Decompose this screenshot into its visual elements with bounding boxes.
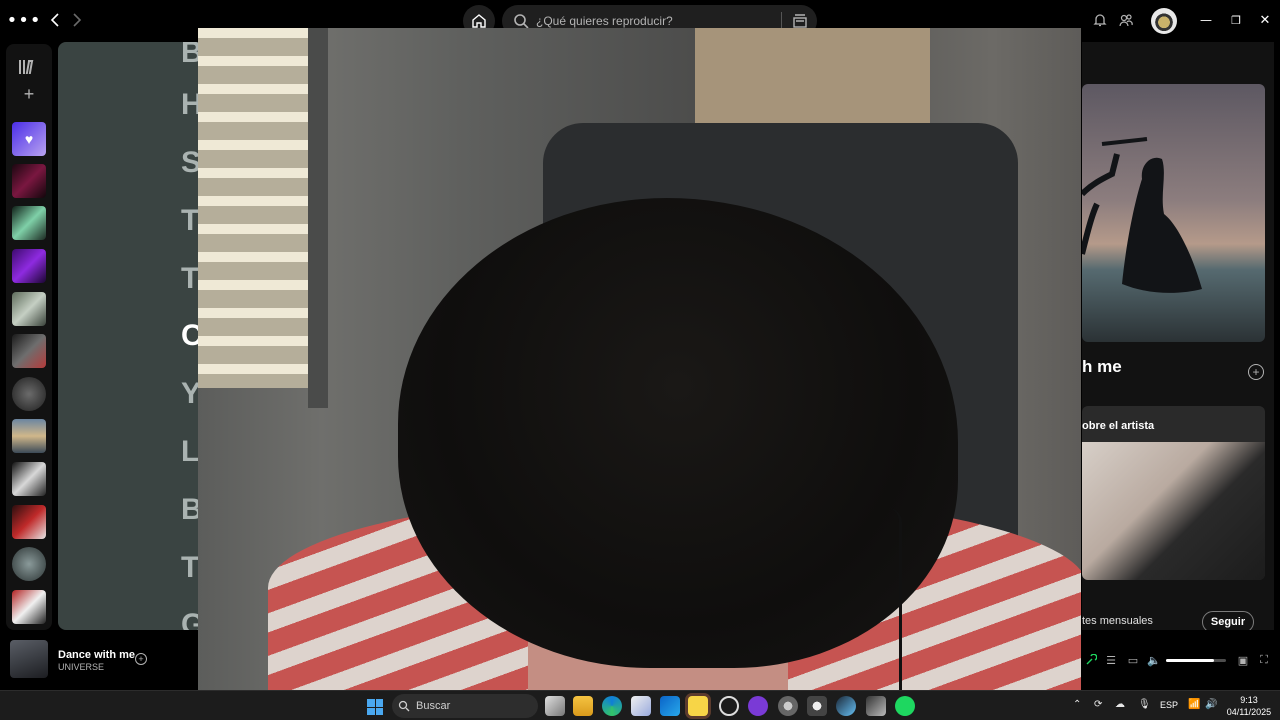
tray-chevron-icon[interactable]: ⌃ xyxy=(1073,699,1081,710)
follow-button[interactable]: Seguir xyxy=(1202,611,1254,630)
library-item-cover[interactable] xyxy=(12,377,46,411)
speaker-icon[interactable]: 🔊 xyxy=(1205,699,1217,710)
about-artist-card[interactable]: obre el artista xyxy=(1082,406,1265,580)
webcam-headphone-cable xyxy=(888,508,902,691)
lyric-line[interactable]: T xyxy=(181,262,199,296)
add-to-library-icon[interactable]: + xyxy=(1248,364,1264,380)
user-avatar[interactable] xyxy=(1151,8,1177,34)
connect-device-icon[interactable]: ▭ xyxy=(1125,652,1141,668)
now-playing-cover[interactable] xyxy=(10,640,48,678)
now-playing-view: h me + obre el artista tes mensuales Seg… xyxy=(1082,42,1274,630)
task-view-icon[interactable] xyxy=(545,696,565,716)
tray-cloud-icon[interactable]: ☁ xyxy=(1115,699,1125,710)
language-indicator[interactable]: ESP xyxy=(1160,700,1178,710)
library-item-cover[interactable] xyxy=(12,164,46,198)
minimize-window-icon[interactable]: — xyxy=(1196,10,1216,30)
volume-icon[interactable]: 🔈 xyxy=(1146,652,1162,668)
lyric-line[interactable]: T xyxy=(181,551,199,585)
mini-player-icon[interactable]: ▣ xyxy=(1235,652,1251,668)
clock-time: 9:13 xyxy=(1240,695,1258,705)
queue-icon[interactable]: ☰ xyxy=(1103,652,1119,668)
album-art xyxy=(1082,84,1265,342)
track-title[interactable]: h me xyxy=(1082,357,1122,377)
twitch-icon[interactable] xyxy=(748,696,768,716)
clock-date: 04/11/2025 xyxy=(1226,707,1272,717)
more-options-icon[interactable]: ••• xyxy=(7,8,41,32)
store-icon[interactable] xyxy=(631,696,651,716)
library-item-cover[interactable] xyxy=(12,547,46,581)
taskbar-search-label: Buscar xyxy=(416,700,451,712)
home-icon xyxy=(472,14,486,28)
library-icon[interactable] xyxy=(19,54,39,74)
library-item-cover[interactable] xyxy=(12,505,46,539)
lyric-line[interactable]: T xyxy=(181,204,199,238)
notifications-bell-icon[interactable] xyxy=(1090,10,1110,30)
add-to-liked-icon[interactable]: + xyxy=(135,653,147,665)
edge-browser-icon[interactable] xyxy=(602,696,622,716)
search-icon xyxy=(392,700,416,712)
fullscreen-icon[interactable]: ⛶ xyxy=(1256,652,1272,668)
create-playlist-icon[interactable]: + xyxy=(19,84,39,104)
friend-activity-icon[interactable] xyxy=(1116,10,1136,30)
game-app-icon[interactable] xyxy=(807,696,827,716)
artist-photo xyxy=(1082,442,1265,580)
settings-gear-icon[interactable] xyxy=(778,696,798,716)
library-item-cover[interactable] xyxy=(12,419,46,453)
library-item-cover[interactable] xyxy=(12,292,46,326)
webcam-overlay xyxy=(198,28,1081,691)
windows-start-icon[interactable] xyxy=(367,699,383,715)
taskbar-clock[interactable]: 9:13 04/11/2025 xyxy=(1226,694,1272,718)
sticky-notes-icon[interactable] xyxy=(688,696,708,716)
steam-icon[interactable] xyxy=(836,696,856,716)
volume-slider[interactable] xyxy=(1166,659,1226,662)
file-explorer-icon[interactable] xyxy=(573,696,593,716)
webcam-window-blinds xyxy=(198,28,313,388)
windows-taskbar: Buscar ⌃ ⟳ ☁ 🎙 ESP 📶 🔊 9:13 04/11/2025 xyxy=(0,690,1280,720)
obs-icon[interactable] xyxy=(719,696,739,716)
now-playing-title[interactable]: Dance with me xyxy=(58,649,135,661)
volume-level xyxy=(1166,659,1214,662)
outlook-icon[interactable] xyxy=(660,696,680,716)
tray-app-icon[interactable]: ⟳ xyxy=(1094,699,1102,710)
library-item-cover[interactable] xyxy=(12,206,46,240)
wifi-icon[interactable]: 📶 xyxy=(1188,699,1200,710)
back-arrow-icon[interactable] xyxy=(44,8,66,32)
library-sidebar: + ♥ xyxy=(6,44,52,630)
library-item-cover[interactable] xyxy=(12,462,46,496)
library-item-cover[interactable] xyxy=(12,334,46,368)
forward-arrow-icon[interactable] xyxy=(66,8,88,32)
webcam-window-frame xyxy=(308,28,328,408)
webcam-corkboard xyxy=(695,28,930,138)
spotify-icon[interactable] xyxy=(895,696,915,716)
library-item-cover[interactable] xyxy=(12,249,46,283)
taskbar-search[interactable]: Buscar xyxy=(392,694,538,718)
monthly-listeners-label: tes mensuales xyxy=(1082,615,1153,627)
close-window-icon[interactable]: ✕ xyxy=(1255,10,1275,30)
search-icon xyxy=(506,13,536,29)
now-playing-artist[interactable]: UNIVERSE xyxy=(58,662,104,672)
search-input[interactable]: ¿Qué quieres reproducir? xyxy=(536,14,673,28)
lyrics-mic-icon[interactable] xyxy=(1083,652,1099,668)
app-icon[interactable] xyxy=(866,696,886,716)
liked-songs-heart-icon[interactable]: ♥ xyxy=(12,122,46,156)
about-artist-heading: obre el artista xyxy=(1082,420,1155,432)
library-item-cover[interactable] xyxy=(12,590,46,624)
maximize-window-icon[interactable]: ❐ xyxy=(1226,10,1246,30)
tray-microphone-icon[interactable]: 🎙 xyxy=(1138,699,1151,710)
lyric-line[interactable]: L xyxy=(181,435,199,469)
